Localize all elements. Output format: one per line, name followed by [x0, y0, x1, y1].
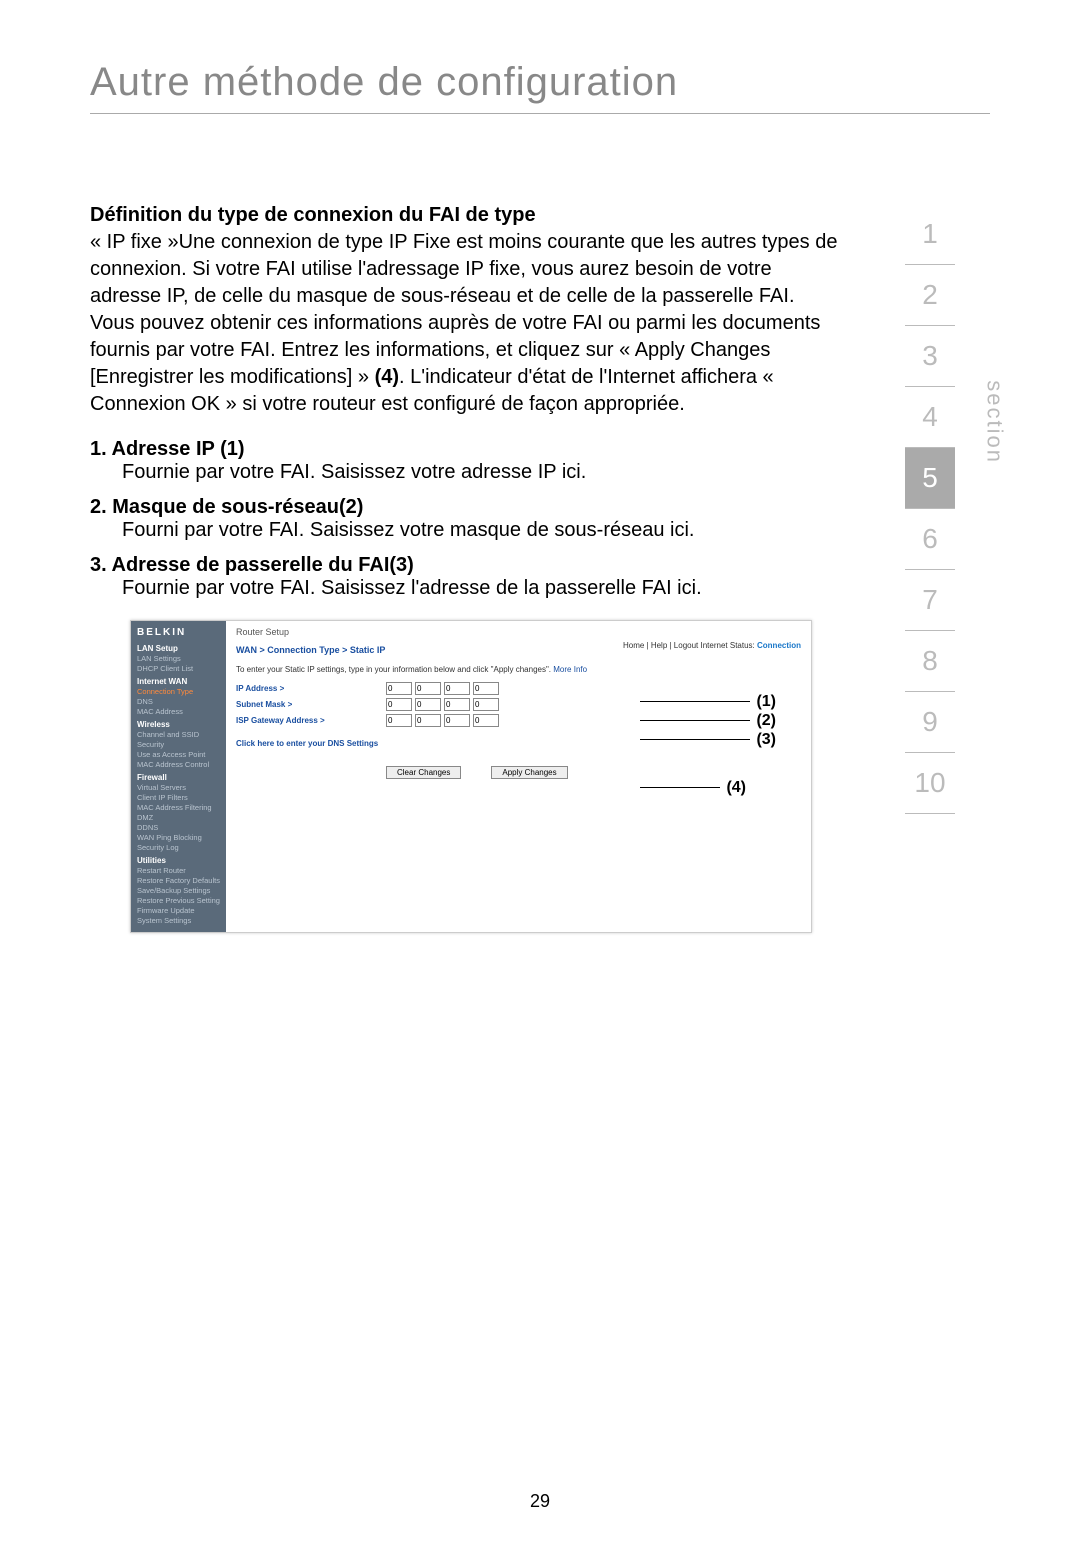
router-sidebar-link[interactable]: Save/Backup Settings	[137, 886, 220, 895]
router-sidebar-link[interactable]: DDNS	[137, 823, 220, 832]
router-sidebar-link[interactable]: MAC Address Control	[137, 760, 220, 769]
router-sidebar-group: Wireless	[137, 720, 220, 729]
router-sidebar-link[interactable]: Client IP Filters	[137, 793, 220, 802]
section-link-3[interactable]: 3	[905, 326, 955, 387]
router-sidebar-link[interactable]: Channel and SSID	[137, 730, 220, 739]
ip-octet-input[interactable]	[473, 682, 499, 695]
list-item-text: Fournie par votre FAI. Saisissez l'adres…	[122, 577, 840, 600]
router-sidebar-link[interactable]: Security	[137, 740, 220, 749]
router-sidebar: BELKIN LAN SetupLAN SettingsDHCP Client …	[131, 621, 226, 932]
section-link-1[interactable]: 1	[905, 204, 955, 265]
router-sidebar-link[interactable]: MAC Address	[137, 707, 220, 716]
ip-octet-input[interactable]	[386, 698, 412, 711]
list-item-text: Fourni par votre FAI. Saisissez votre ma…	[122, 519, 840, 542]
ip-octet-input[interactable]	[444, 682, 470, 695]
ip-row-label: IP Address >	[236, 684, 386, 693]
ip-octet-input[interactable]	[473, 714, 499, 727]
ip-octet-input[interactable]	[415, 682, 441, 695]
router-sidebar-link[interactable]: System Settings	[137, 916, 220, 925]
router-sidebar-group: Firewall	[137, 773, 220, 782]
router-sidebar-link[interactable]: WAN Ping Blocking	[137, 833, 220, 842]
ip-octet-input[interactable]	[473, 698, 499, 711]
router-sidebar-link[interactable]: Security Log	[137, 843, 220, 852]
ip-octet-input[interactable]	[415, 714, 441, 727]
ip-octet-input[interactable]	[415, 698, 441, 711]
ip-octet-input[interactable]	[444, 698, 470, 711]
callout-2: (2)	[756, 712, 776, 729]
section-link-5[interactable]: 5	[905, 448, 955, 509]
list-item-heading: 2. Masque de sous-réseau(2)	[90, 496, 840, 519]
router-sidebar-link[interactable]: Virtual Servers	[137, 783, 220, 792]
router-sidebar-link[interactable]: Firmware Update	[137, 906, 220, 915]
clear-changes-button[interactable]: Clear Changes	[386, 766, 461, 779]
router-top-links: Home | Help | Logout Internet Status: Co…	[623, 641, 801, 650]
ip-octet-input[interactable]	[386, 714, 412, 727]
router-instruction: To enter your Static IP settings, type i…	[236, 665, 801, 674]
router-sidebar-link[interactable]: Restart Router	[137, 866, 220, 875]
ip-octet-input[interactable]	[386, 682, 412, 695]
router-sidebar-link[interactable]: Restore Previous Settings	[137, 896, 220, 905]
router-sidebar-link[interactable]: MAC Address Filtering	[137, 803, 220, 812]
callout-1: (1)	[756, 693, 776, 710]
router-sidebar-link[interactable]: DNS	[137, 697, 220, 706]
router-sidebar-link[interactable]: DHCP Client List	[137, 664, 220, 673]
section-link-9[interactable]: 9	[905, 692, 955, 753]
section-nav: 12345678910 section	[870, 204, 990, 933]
page-title: Autre méthode de configuration	[90, 60, 990, 114]
router-sidebar-link[interactable]: Restore Factory Defaults	[137, 876, 220, 885]
ip-row-label: Subnet Mask >	[236, 700, 386, 709]
list-item: 1. Adresse IP (1)Fournie par votre FAI. …	[90, 438, 840, 484]
section-link-7[interactable]: 7	[905, 570, 955, 631]
router-sidebar-link[interactable]: DMZ	[137, 813, 220, 822]
section-link-8[interactable]: 8	[905, 631, 955, 692]
ip-octet-input[interactable]	[444, 714, 470, 727]
list-item: 3. Adresse de passerelle du FAI(3)Fourni…	[90, 554, 840, 600]
router-sidebar-link[interactable]: Use as Access Point	[137, 750, 220, 759]
router-sidebar-group: Utilities	[137, 856, 220, 865]
callout-3: (3)	[756, 731, 776, 748]
list-item: 2. Masque de sous-réseau(2)Fourni par vo…	[90, 496, 840, 542]
section-heading: Définition du type de connexion du FAI d…	[90, 204, 840, 227]
paragraph-text-a: « IP fixe »Une connexion de type IP Fixe…	[90, 231, 837, 388]
section-link-6[interactable]: 6	[905, 509, 955, 570]
more-info-link[interactable]: More Info	[553, 665, 587, 674]
list-item-heading: 1. Adresse IP (1)	[90, 438, 840, 461]
intro-paragraph: « IP fixe »Une connexion de type IP Fixe…	[90, 229, 840, 418]
page-number: 29	[0, 1491, 1080, 1512]
paragraph-callout-4: (4)	[375, 366, 399, 388]
callout-4: (4)	[726, 779, 746, 796]
router-sidebar-link[interactable]: Connection Type	[137, 687, 220, 696]
router-top-nav[interactable]: Home | Help | Logout Internet Status:	[623, 641, 755, 650]
screenshot-callouts: (1) (2) (3) (4)	[640, 693, 776, 798]
section-link-10[interactable]: 10	[905, 753, 955, 814]
apply-changes-button[interactable]: Apply Changes	[491, 766, 567, 779]
router-main: Router Setup Home | Help | Logout Intern…	[226, 621, 811, 932]
router-screenshot: BELKIN LAN SetupLAN SettingsDHCP Client …	[130, 620, 812, 933]
router-sidebar-group: LAN Setup	[137, 644, 220, 653]
section-link-4[interactable]: 4	[905, 387, 955, 448]
belkin-logo: BELKIN	[137, 627, 220, 638]
section-label: section	[982, 380, 1008, 464]
router-sidebar-link[interactable]: LAN Settings	[137, 654, 220, 663]
router-instruction-text: To enter your Static IP settings, type i…	[236, 665, 551, 674]
router-status: Connection	[757, 641, 801, 650]
main-content: Définition du type de connexion du FAI d…	[90, 204, 870, 933]
list-item-text: Fournie par votre FAI. Saisissez votre a…	[122, 461, 840, 484]
router-setup-label: Router Setup	[236, 627, 801, 637]
router-sidebar-group: Internet WAN	[137, 677, 220, 686]
list-item-heading: 3. Adresse de passerelle du FAI(3)	[90, 554, 840, 577]
section-link-2[interactable]: 2	[905, 265, 955, 326]
ip-row-label: ISP Gateway Address >	[236, 716, 386, 725]
